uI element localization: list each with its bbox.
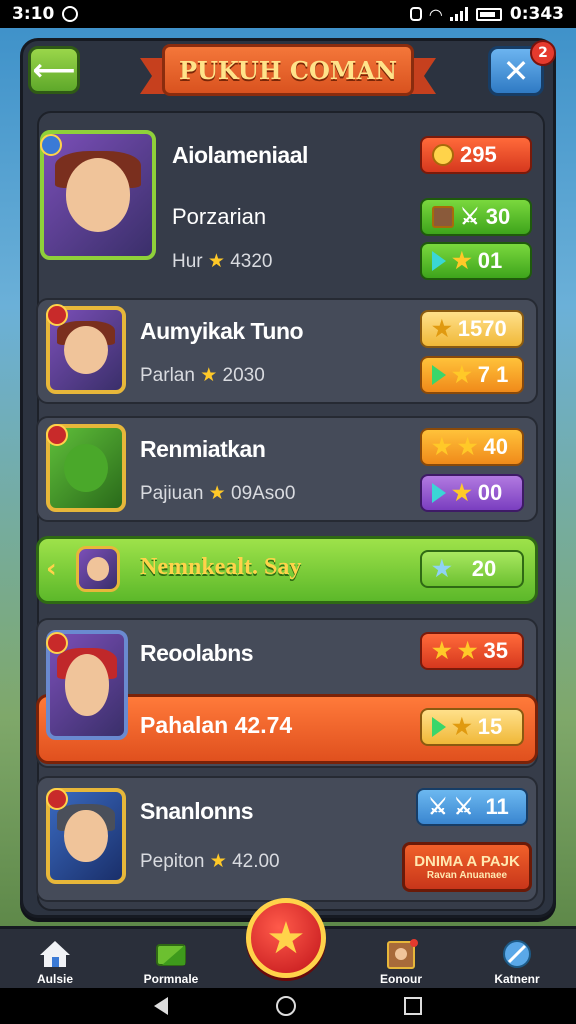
coin-pill[interactable]: 295 (420, 136, 532, 174)
nav-item-settings[interactable]: Katnenr (472, 930, 562, 986)
system-back-icon[interactable] (154, 997, 168, 1015)
star-icon: ★ (208, 483, 226, 504)
star-icon: ★ (207, 251, 225, 272)
star-icon: ★ (266, 912, 306, 964)
nav-item-honour[interactable]: Eonour (356, 930, 446, 986)
wifi-icon: ◠ (429, 4, 442, 24)
rank-pill[interactable]: ★ 00 (420, 474, 524, 512)
level-badge-icon (40, 134, 62, 156)
system-nav-bar (0, 988, 576, 1024)
battle-pill[interactable]: ⚔ ⚔ 11 (416, 788, 528, 826)
arrow-left-icon: ⟵ (32, 52, 76, 88)
signal-icon (449, 7, 468, 21)
nav-item-promote[interactable]: Pormnale (126, 930, 216, 986)
star-icon: ★ (452, 248, 472, 273)
alarm-icon (409, 7, 422, 21)
score-pill[interactable]: ★ ★ 35 (420, 632, 524, 670)
system-recents-icon[interactable] (404, 997, 422, 1015)
star-icon: ★ (432, 316, 452, 341)
player-stat: Hur ★ 4320 (172, 251, 273, 272)
page-title: PUKUH COMAN (162, 44, 414, 96)
score-pill[interactable]: ★ 20 (420, 550, 524, 588)
player-avatar (76, 546, 120, 592)
notification-badge: 2 (530, 40, 556, 66)
chevron-left-icon[interactable]: ‹ (46, 554, 57, 584)
player-stat: Parlan ★ 2030 (140, 365, 265, 386)
star-icon: ★ (200, 365, 218, 386)
battery-icon (475, 7, 502, 21)
player-stat: Pajiuan ★ 09Aso0 (140, 483, 296, 504)
score-pill[interactable]: ★ 1570 (420, 310, 524, 348)
player-role: Porzarian (172, 204, 267, 229)
status-bar: 3:10 ◠ 0:343 (0, 0, 576, 28)
status-clock-right: 0:343 (509, 4, 564, 24)
arrow-icon (432, 365, 446, 385)
center-star-button[interactable]: ★ (246, 898, 326, 978)
notification-icon (62, 6, 79, 22)
crate-icon (432, 206, 454, 228)
system-home-icon[interactable] (276, 996, 296, 1016)
ticket-icon (156, 944, 186, 966)
player-stat: Pepiton ★ 42.00 (140, 851, 280, 872)
power-pill[interactable]: ⚔ 30 (420, 198, 532, 236)
player-name: Renmiatkan (140, 436, 266, 462)
player-name: Aumyikak Tuno (140, 318, 304, 344)
compass-icon (503, 940, 531, 968)
swords-icon: ⚔ (428, 794, 448, 819)
player-stat: Pahalan 42.74 (140, 712, 293, 738)
star-icon: ★ (452, 480, 472, 505)
home-icon (40, 941, 70, 967)
score-pill[interactable]: ★ ★ 40 (420, 428, 524, 466)
level-badge-icon (46, 424, 68, 446)
highlight-label: Nemnkealt. Say (140, 554, 302, 580)
nav-item-home[interactable]: Aulsie (10, 930, 100, 986)
back-button[interactable]: ⟵ (28, 46, 80, 94)
player-name: Aiolameniaal (172, 142, 308, 168)
title-ribbon: PUKUH COMAN (140, 40, 436, 96)
level-badge-icon (46, 304, 68, 326)
star-icon: ★ (452, 714, 472, 739)
close-icon: ✕ (502, 52, 530, 90)
portrait-icon (387, 939, 418, 969)
rank-pill[interactable]: ★ 7 1 (420, 356, 524, 394)
level-badge-icon (46, 788, 68, 810)
arrow-icon (432, 483, 446, 503)
star-icon: ★ (209, 851, 227, 872)
player-name: Snanlonns (140, 798, 254, 824)
pack-button[interactable]: DNIMA A PAJK Ravan Anuanaee (402, 842, 532, 892)
star-icon: ★ (432, 638, 452, 663)
level-badge-icon (46, 632, 68, 654)
star-icon: ★ (432, 556, 452, 581)
arrow-icon (432, 717, 446, 737)
rank-pill[interactable]: ★ 01 (420, 242, 532, 280)
player-name: Reoolabns (140, 640, 254, 666)
star-icon: ★ (432, 434, 452, 459)
arrow-icon (432, 251, 446, 271)
rank-pill[interactable]: ★ 15 (420, 708, 524, 746)
star-icon: ★ (452, 362, 472, 387)
coin-icon (432, 144, 454, 166)
status-time: 3:10 (12, 4, 55, 24)
